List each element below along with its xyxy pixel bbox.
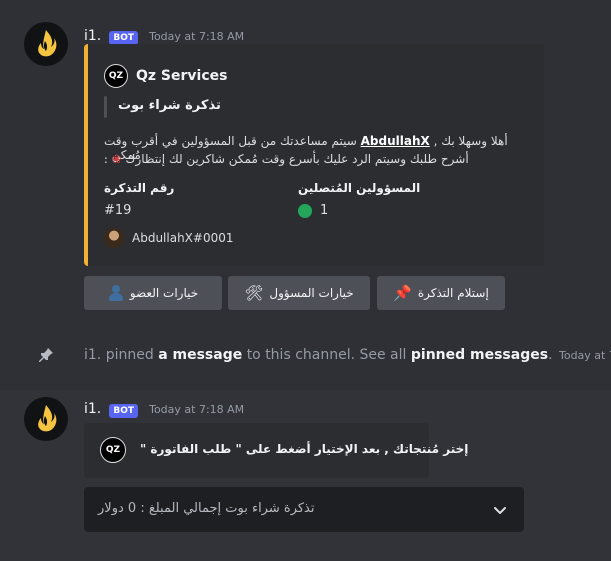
field-ticket-number-name: رقم التذكرة bbox=[104, 181, 175, 195]
qz-logo-icon: QZ bbox=[104, 64, 128, 88]
author-name[interactable]: i1. bbox=[84, 28, 101, 44]
pin-icon bbox=[37, 346, 55, 368]
field-online-admins-name: المسؤولين المُتصلين bbox=[298, 181, 421, 195]
system-timestamp: Today at 7:18 bbox=[558, 349, 611, 362]
product-select-menu[interactable]: تذكرة شراء بوت إجمالي المبلغ : 0 دولار bbox=[84, 487, 524, 532]
author-name-2[interactable]: i1. bbox=[84, 401, 101, 417]
green-circle-icon bbox=[298, 203, 312, 218]
embed-provider-name: Qz Services bbox=[136, 68, 228, 84]
field-ticket-number-value: #19 bbox=[104, 203, 132, 218]
bot-badge-2: BOT bbox=[109, 404, 138, 418]
embed-footer: AbdullahX#0001 bbox=[104, 228, 234, 248]
flame-logo-icon bbox=[38, 405, 57, 432]
embed-author: QZ Qz Services bbox=[104, 64, 227, 88]
select-current-value: تذكرة شراء بوت إجمالي المبلغ : 0 دولار bbox=[98, 501, 315, 516]
member-options-button[interactable]: خيارات العضو bbox=[84, 276, 222, 310]
pushpin-icon: 📌 bbox=[393, 284, 412, 302]
bot-badge: BOT bbox=[109, 31, 138, 45]
embed-description-line2: أشرح طلبك وسيتم الرد عليك بأسرع وقت مُمك… bbox=[104, 152, 469, 166]
product-embed-text: إختر مُنتجاتك , بعد الإختيار أضغط على " … bbox=[140, 442, 469, 456]
system-pin-message: i1. pinned a message to this channel. Se… bbox=[84, 347, 611, 363]
footer-avatar bbox=[104, 228, 124, 248]
ticket-embed: QZ Qz Services تذكرة شراء بوت أهلا وسهلا… bbox=[84, 44, 544, 266]
bot-avatar[interactable] bbox=[24, 22, 68, 66]
timestamp: Today at 7:18 AM bbox=[149, 30, 245, 43]
pinned-messages-link[interactable]: pinned messages bbox=[411, 347, 548, 363]
embed-title: تذكرة شراء بوت bbox=[118, 98, 221, 113]
quote-bar bbox=[104, 96, 107, 118]
flame-logo-icon bbox=[38, 30, 57, 57]
admin-options-button[interactable]: 🛠 خيارات المسؤول bbox=[228, 276, 370, 310]
bust-in-silhouette-icon bbox=[108, 285, 124, 301]
product-embed: QZ إختر مُنتجاتك , بعد الإختيار أضغط على… bbox=[84, 423, 468, 478]
user-mention[interactable]: AbdullahX bbox=[361, 134, 430, 148]
system-author[interactable]: i1. bbox=[84, 347, 101, 363]
timestamp-2: Today at 7:18 AM bbox=[149, 403, 245, 416]
qz-logo-icon: QZ bbox=[100, 437, 126, 463]
message-header-2: i1. BOT Today at 7:18 AM bbox=[84, 398, 244, 418]
claim-ticket-button[interactable]: 📌 إستلام التذكرة bbox=[377, 276, 505, 310]
bot-avatar-2[interactable] bbox=[24, 397, 68, 441]
pinned-message-link[interactable]: a message bbox=[158, 347, 242, 363]
field-online-admins-value-row: 1 bbox=[298, 203, 328, 218]
footer-text: AbdullahX#0001 bbox=[132, 231, 234, 245]
chevron-down-icon[interactable] bbox=[492, 502, 508, 522]
field-online-admins-value: 1 bbox=[320, 203, 329, 218]
message-header: i1. BOT Today at 7:18 AM bbox=[84, 25, 244, 45]
hammer-and-wrench-icon: 🛠 bbox=[244, 284, 264, 302]
rose-icon: ❀ bbox=[111, 152, 122, 166]
